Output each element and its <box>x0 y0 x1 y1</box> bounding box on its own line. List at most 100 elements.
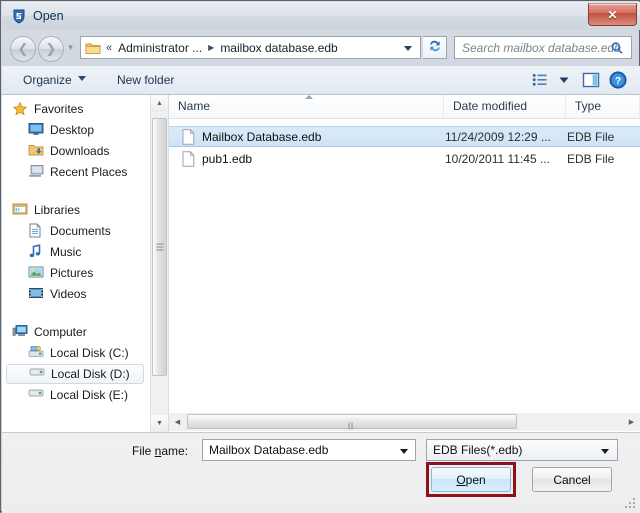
star-icon <box>12 101 28 117</box>
file-type-filter-dropdown[interactable]: EDB Files(*.edb) <box>426 439 618 461</box>
sidebar-group-favorites[interactable]: Favorites <box>2 99 142 119</box>
sidebar-label: Recent Places <box>50 165 128 179</box>
sidebar-group-libraries[interactable]: Libraries <box>2 200 142 220</box>
chevron-down-icon[interactable] <box>400 449 408 454</box>
sidebar-item-local-disk-e[interactable]: Local Disk (E:) <box>2 385 142 405</box>
search-input[interactable]: Search mailbox database.edb <box>454 36 632 59</box>
open-file-dialog: Open ✕ ❮ ❯ ▼ « Administrator ... ▶ mailb… <box>0 0 640 513</box>
sidebar-group-computer[interactable]: Computer <box>2 322 142 342</box>
table-row[interactable]: pub1.edb 10/20/2011 11:45 ... EDB File <box>169 148 640 169</box>
grip-icon <box>156 243 163 251</box>
chevron-down-icon[interactable] <box>601 449 609 454</box>
column-header-name[interactable]: Name <box>169 95 444 118</box>
column-header-date-modified[interactable]: Date modified <box>444 95 566 118</box>
sidebar-label: Documents <box>50 224 111 238</box>
open-label: Open <box>456 473 485 487</box>
file-type: EDB File <box>567 129 615 144</box>
column-header-type[interactable]: Type <box>566 95 640 118</box>
folder-icon <box>85 41 101 55</box>
scroll-right-icon[interactable]: ▶ <box>623 413 640 431</box>
drive-icon <box>28 387 44 403</box>
file-date-modified: 10/20/2011 11:45 ... <box>445 151 550 166</box>
sidebar-label: Desktop <box>50 123 95 137</box>
file-name-input[interactable]: Mailbox Database.edb <box>202 439 416 461</box>
resize-grip-icon[interactable] <box>625 498 635 508</box>
sidebar-item-local-disk-d[interactable]: Local Disk (D:) <box>6 364 144 384</box>
app-shield-icon <box>11 8 27 24</box>
open-button[interactable]: Open <box>431 467 511 492</box>
horizontal-scroll-thumb[interactable] <box>187 414 517 443</box>
navigation-bar: ❮ ❯ ▼ « Administrator ... ▶ mailbox data… <box>2 30 640 66</box>
scroll-up-icon[interactable]: ▲ <box>151 95 168 112</box>
table-row[interactable]: Mailbox Database.edb 11/24/2009 12:29 ..… <box>169 126 640 147</box>
system-drive-icon <box>28 345 44 361</box>
scroll-left-icon[interactable]: ◀ <box>169 413 186 431</box>
chevron-down-icon[interactable] <box>404 46 412 51</box>
breadcrumb-administrator[interactable]: Administrator ... <box>118 41 202 55</box>
computer-icon <box>12 324 28 340</box>
organize-label: Organize <box>23 73 72 87</box>
navigation-pane: Favorites Desktop Downloads Recent Place… <box>2 95 150 432</box>
file-name: Mailbox Database.edb <box>202 129 322 144</box>
recent-places-icon <box>28 164 44 180</box>
file-name-label-pre: File <box>132 444 155 458</box>
sidebar-label: Libraries <box>34 203 81 217</box>
downloads-icon <box>28 143 44 159</box>
new-folder-button[interactable]: New folder <box>112 71 179 89</box>
breadcrumb-mailbox-database[interactable]: mailbox database.edb <box>220 41 337 55</box>
file-name: pub1.edb <box>202 151 253 166</box>
forward-arrow-icon: ❯ <box>45 41 57 56</box>
sidebar-label: Favorites <box>34 102 84 116</box>
cancel-button[interactable]: Cancel <box>532 467 612 492</box>
libraries-icon <box>12 202 28 218</box>
back-arrow-icon: ❮ <box>17 41 29 56</box>
search-icon <box>610 41 624 58</box>
sidebar-item-recent-places[interactable]: Recent Places <box>2 162 142 182</box>
file-list-horizontal-scrollbar[interactable]: ◀ ▶ <box>169 413 640 443</box>
sidebar-item-pictures[interactable]: Pictures <box>2 263 142 283</box>
column-header-row: Name Date modified Type <box>169 95 640 119</box>
sidebar-item-local-disk-c[interactable]: Local Disk (C:) <box>2 343 142 363</box>
sidebar-item-desktop[interactable]: Desktop <box>2 120 142 140</box>
file-list-pane: Name Date modified Type Mailbox Database… <box>169 95 640 432</box>
history-dropdown-button[interactable]: ▼ <box>66 44 75 52</box>
title-bar: Open ✕ <box>2 2 640 30</box>
scroll-down-icon[interactable]: ▼ <box>151 415 168 432</box>
music-icon <box>28 244 44 260</box>
back-button[interactable]: ❮ <box>10 36 36 62</box>
file-type: EDB File <box>567 151 615 166</box>
file-icon <box>182 128 195 145</box>
view-list-icon[interactable] <box>528 70 552 90</box>
search-placeholder: Search mailbox database.edb <box>462 40 621 55</box>
sidebar-label: Local Disk (C:) <box>50 346 129 360</box>
chevron-down-icon <box>77 76 86 81</box>
help-icon[interactable]: ? <box>606 70 630 90</box>
toolbar: Organize New folder ? <box>2 66 640 95</box>
preview-pane-icon[interactable] <box>576 70 606 90</box>
document-icon <box>28 223 44 239</box>
close-button[interactable]: ✕ <box>588 3 637 26</box>
organize-button[interactable]: Organize <box>18 71 91 89</box>
videos-icon <box>28 286 44 302</box>
breadcrumb-separator-icon: ▶ <box>208 43 215 52</box>
sidebar-item-music[interactable]: Music <box>2 242 142 262</box>
address-bar[interactable]: « Administrator ... ▶ mailbox database.e… <box>80 36 421 59</box>
forward-button[interactable]: ❯ <box>38 36 64 62</box>
sidebar-item-downloads[interactable]: Downloads <box>2 141 142 161</box>
file-date-modified: 11/24/2009 12:29 ... <box>445 129 551 144</box>
sidebar-label: Videos <box>50 287 87 301</box>
file-name-label: File name: <box>132 444 188 458</box>
sidebar-label: Pictures <box>50 266 94 280</box>
sidebar-item-videos[interactable]: Videos <box>2 284 142 304</box>
toolbar-right-group: ? <box>528 70 630 90</box>
sidebar-scroll-thumb[interactable] <box>152 118 167 376</box>
sidebar-item-documents[interactable]: Documents <box>2 221 142 241</box>
close-icon: ✕ <box>607 7 618 22</box>
refresh-button[interactable] <box>423 36 447 59</box>
open-label-post: pen <box>465 472 486 487</box>
sidebar-scrollbar[interactable]: ▲ ▼ <box>150 95 168 432</box>
file-icon <box>182 150 195 167</box>
address-overflow-icon[interactable]: « <box>106 42 112 54</box>
view-dropdown-icon[interactable] <box>552 70 576 90</box>
window-title: Open <box>33 9 64 23</box>
